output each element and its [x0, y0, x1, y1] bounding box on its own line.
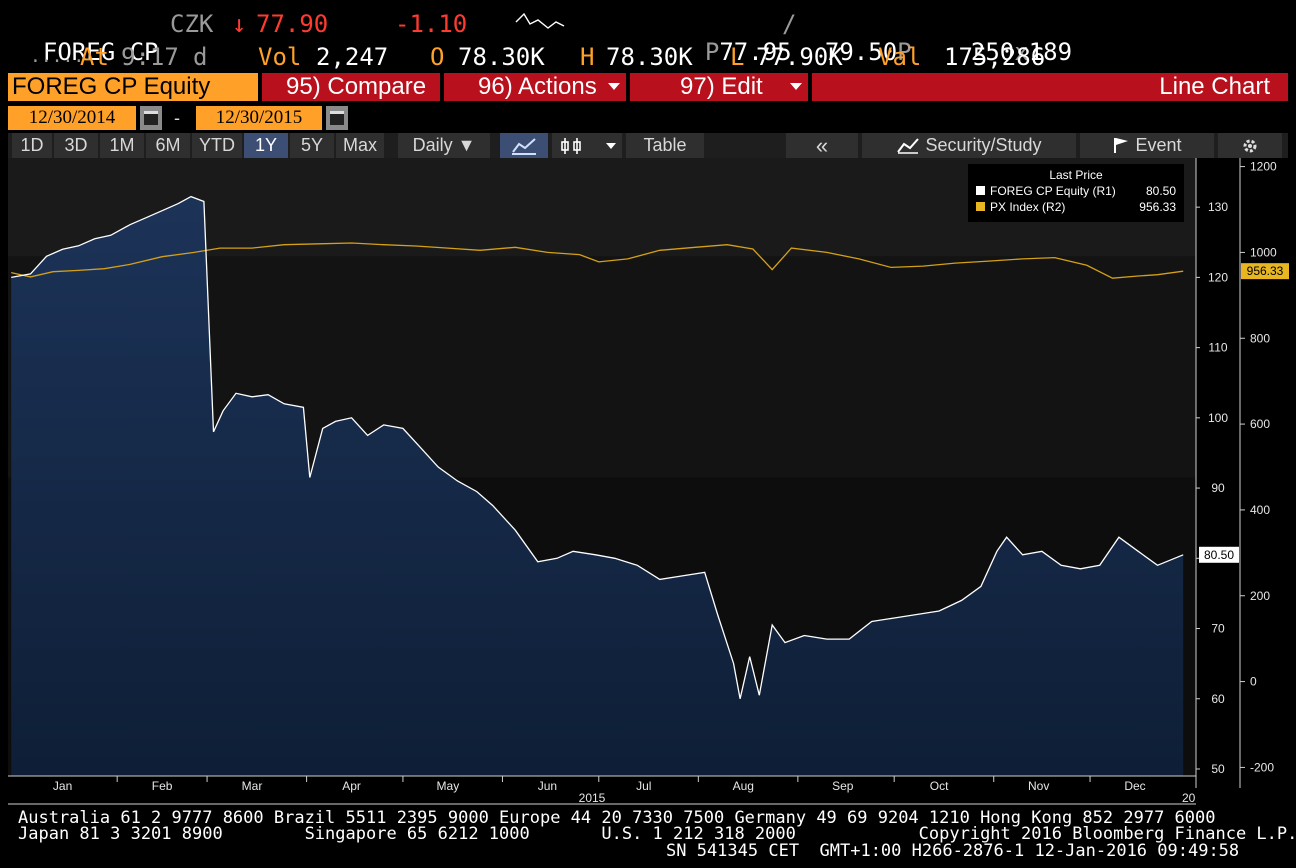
x-tick-label: Mar: [242, 779, 263, 793]
range-1d[interactable]: 1D: [12, 133, 52, 158]
legend-value-px: 956.33: [1139, 200, 1176, 214]
candle-icon[interactable]: [552, 133, 622, 158]
line-chart-icon[interactable]: [500, 133, 548, 158]
left-tick-label: 100: [1208, 411, 1228, 425]
val-value: 175,286: [944, 43, 1046, 71]
range-max[interactable]: Max: [336, 133, 384, 158]
x-tick-label: Oct: [930, 779, 949, 793]
at-label: At: [80, 43, 109, 71]
chevron-down-icon: [608, 83, 620, 90]
x-tick-label: Dec: [1124, 779, 1145, 793]
range-ytd[interactable]: YTD: [192, 133, 242, 158]
down-arrow-icon: ↓: [232, 10, 247, 38]
table-button[interactable]: Table: [626, 133, 704, 158]
security-field[interactable]: FOREG CP Equity: [8, 73, 258, 101]
actions-label: 96) Actions: [478, 73, 597, 100]
high-label: H: [580, 43, 595, 71]
val-label: Val: [878, 43, 922, 71]
next-year-label: 20: [1182, 791, 1196, 805]
study-icon: [897, 138, 920, 154]
event-label: Event: [1135, 135, 1182, 155]
bid-prefix: P: [704, 38, 720, 66]
legend-name-foreg: FOREG CP Equity (R1): [990, 184, 1116, 198]
flag-icon: [1114, 138, 1129, 153]
open-value: 78.30K: [458, 43, 545, 71]
security-study-button[interactable]: Security/Study: [862, 133, 1076, 158]
compare-label: 95) Compare: [286, 73, 427, 100]
left-tick-label: 110: [1208, 341, 1227, 355]
legend-name-px: PX Index (R2): [990, 200, 1065, 214]
range-3d[interactable]: 3D: [54, 133, 98, 158]
calendar-icon[interactable]: [326, 106, 348, 130]
left-tick-label: 60: [1211, 692, 1225, 706]
x-tick-label: May: [437, 779, 460, 793]
range-1y[interactable]: 1Y: [244, 133, 288, 158]
range-1m[interactable]: 1M: [100, 133, 144, 158]
footer-line-3: SN 541345 CET GMT+1:00 H266-2876-1 12-Ja…: [666, 841, 1240, 861]
last-price: 77.90: [256, 10, 329, 38]
legend-swatch-px: [976, 202, 985, 211]
edit-menu[interactable]: 97) Edit: [630, 73, 808, 101]
sparkline-icon: [515, 12, 565, 29]
left-tick-label: 120: [1208, 270, 1228, 284]
low-value: 77.90K: [756, 43, 843, 71]
last-value-label-px: 956.33: [1247, 264, 1284, 278]
legend-title: Last Price: [1049, 168, 1103, 182]
x-tick-label: Jun: [538, 779, 557, 793]
chevron-down-icon: [790, 83, 802, 90]
edit-label: 97) Edit: [680, 73, 763, 100]
right-tick-label: 400: [1250, 503, 1270, 517]
frequency-select[interactable]: Daily ▼: [398, 133, 490, 158]
right-tick-label: 0: [1250, 675, 1257, 689]
date-dash: -: [174, 108, 180, 128]
dots: .....: [30, 46, 85, 67]
price-chart[interactable]: 1301201101009080706050120010008006004002…: [0, 158, 1296, 808]
right-tick-label: 800: [1250, 331, 1270, 345]
price-change: -1.10: [395, 10, 468, 38]
x-tick-label: Jul: [636, 779, 651, 793]
legend: Last Price FOREG CP Equity (R1) 80.50 PX In…: [968, 164, 1184, 222]
security-study-label: Security/Study: [925, 135, 1042, 155]
x-tick-label: Sep: [832, 779, 854, 793]
right-tick-label: 600: [1250, 417, 1270, 431]
actions-menu[interactable]: 96) Actions: [444, 73, 626, 101]
high-value: 78.30K: [606, 43, 693, 71]
left-tick-label: 130: [1208, 200, 1228, 214]
compare-menu[interactable]: 95) Compare: [262, 73, 440, 101]
x-tick-label: Jan: [53, 779, 72, 793]
x-tick-label: Feb: [152, 779, 173, 793]
left-tick-label: 50: [1211, 762, 1225, 776]
left-tick-label: 70: [1211, 622, 1225, 636]
low-label: L: [730, 43, 745, 71]
trade-time: 9:17: [121, 43, 179, 71]
x-tick-label: Aug: [733, 779, 754, 793]
currency: CZK: [170, 10, 214, 38]
right-tick-label: -200: [1250, 760, 1274, 774]
x-tick-label: Apr: [342, 779, 361, 793]
range-6m[interactable]: 6M: [146, 133, 190, 158]
right-tick-label: 200: [1250, 589, 1270, 603]
chevron-left-icon[interactable]: «: [786, 133, 858, 158]
vol-label: Vol: [258, 43, 302, 71]
left-tick-label: 90: [1211, 481, 1225, 495]
right-tick-label: 1000: [1250, 245, 1277, 259]
legend-swatch-foreg: [976, 186, 985, 195]
end-date-input[interactable]: 12/30/2015: [196, 106, 322, 130]
year-label: 2015: [579, 791, 606, 805]
gear-icon[interactable]: [1218, 133, 1282, 158]
start-date-input[interactable]: 12/30/2014: [8, 106, 136, 130]
bid-ask-slash: /: [782, 10, 797, 38]
open-label: O: [430, 43, 445, 71]
x-tick-label: Nov: [1028, 779, 1049, 793]
right-tick-label: 1200: [1250, 160, 1277, 174]
time-suffix: d: [193, 43, 208, 71]
footer-line-2: Japan 81 3 3201 8900 Singapore 65 6212 1…: [18, 824, 1296, 844]
last-value-label-foreg: 80.50: [1204, 548, 1234, 562]
chart-type-label[interactable]: Line Chart: [812, 73, 1288, 101]
volume-value: 2,247: [316, 43, 389, 71]
legend-value-foreg: 80.50: [1146, 184, 1176, 198]
calendar-icon[interactable]: [140, 106, 162, 130]
range-5y[interactable]: 5Y: [290, 133, 334, 158]
event-button[interactable]: Event: [1080, 133, 1214, 158]
